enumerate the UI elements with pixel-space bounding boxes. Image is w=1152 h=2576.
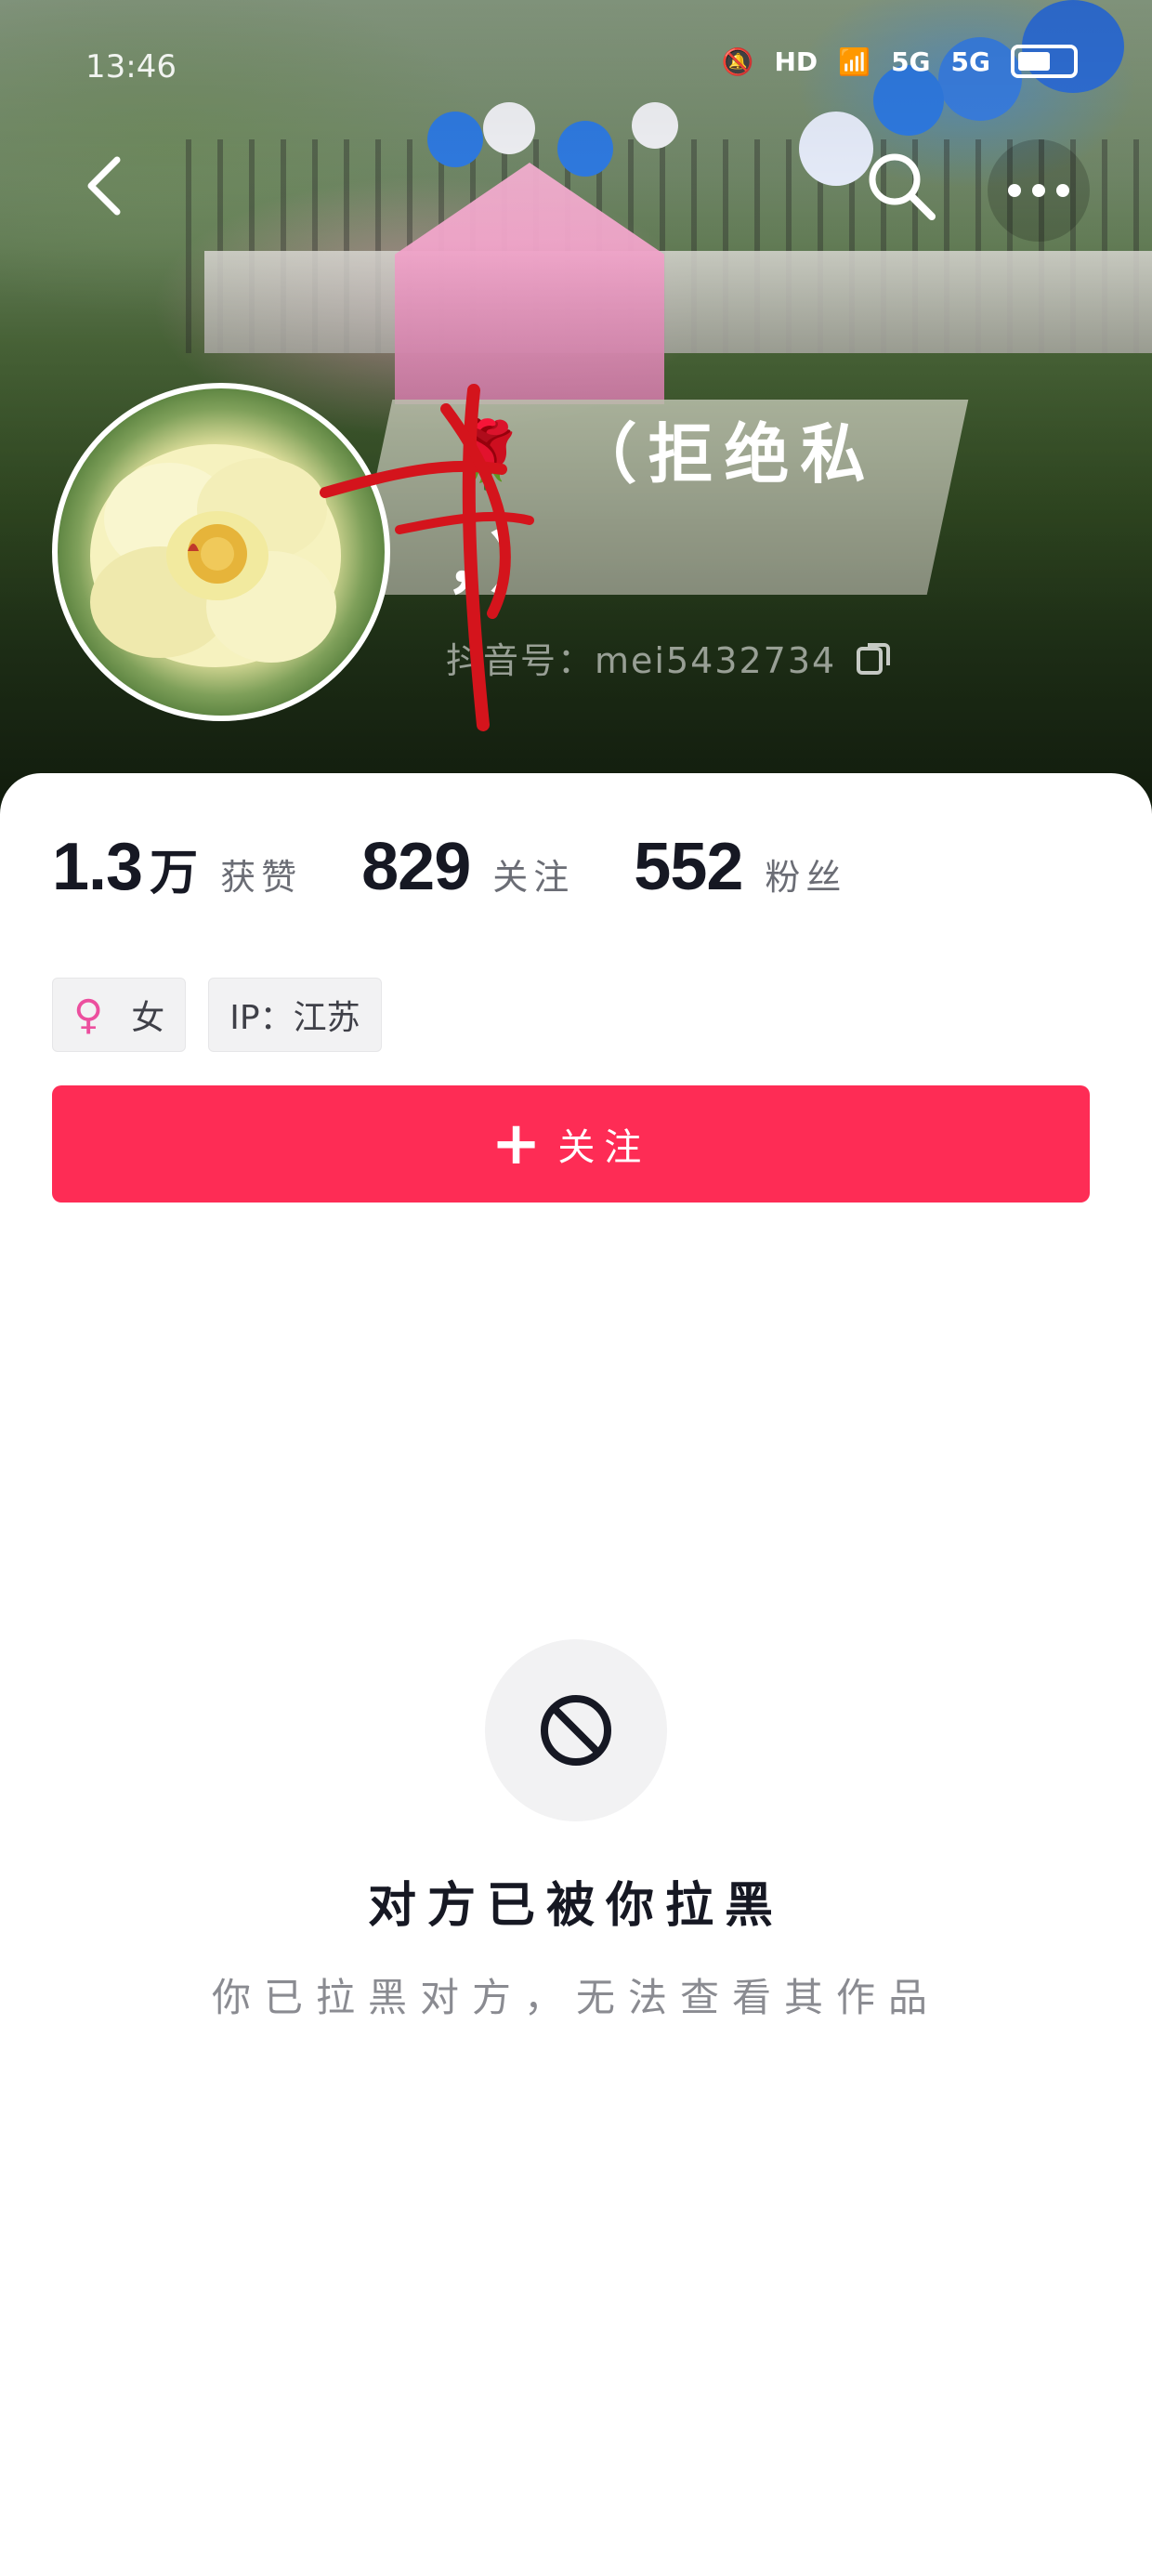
hd-label: HD bbox=[774, 46, 818, 77]
stats-row: 1.3 万 获赞 829 关注 552 粉丝 bbox=[52, 829, 906, 905]
female-icon: ♀ bbox=[73, 991, 104, 1039]
more-button[interactable] bbox=[988, 139, 1090, 242]
nickname-line-2: ，） bbox=[446, 525, 566, 602]
nickname-line-1: 🌹 （拒绝私 bbox=[446, 415, 877, 493]
mute-icon: 🔕 bbox=[721, 46, 754, 77]
profile-tags: ♀ 女 IP：江苏 bbox=[52, 978, 382, 1052]
followers-count: 552 bbox=[634, 830, 743, 904]
avatar-flower-image bbox=[90, 444, 341, 667]
blocked-subtitle: 你已拉黑对方，无法查看其作品 bbox=[211, 1975, 940, 2020]
signal-label-1: 5G bbox=[891, 46, 931, 77]
ip-tag: IP：江苏 bbox=[208, 978, 382, 1052]
back-button[interactable] bbox=[71, 149, 145, 223]
nickname: 🌹 （拒绝私 ，） bbox=[446, 400, 1041, 619]
wifi-icon: 📶 bbox=[838, 46, 871, 77]
search-button[interactable] bbox=[859, 144, 943, 228]
more-dots-icon bbox=[1008, 184, 1069, 197]
douyin-id: 抖音号：mei5432734 bbox=[446, 640, 837, 681]
followers-stat[interactable]: 552 粉丝 bbox=[634, 829, 846, 905]
back-arrow-icon bbox=[87, 156, 121, 216]
status-icons: 🔕 HD 📶 5G 5G bbox=[722, 45, 1078, 78]
battery-level bbox=[1018, 52, 1050, 71]
blocked-icon-container bbox=[485, 1639, 667, 1821]
profile-card: 1.3 万 获赞 829 关注 552 粉丝 ♀ 女 IP：江苏 + 关注 对方… bbox=[0, 773, 1152, 2576]
status-time: 13:46 bbox=[85, 48, 177, 85]
follow-button-label: 关注 bbox=[557, 1126, 651, 1169]
status-bar: 13:46 🔕 HD 📶 5G 5G bbox=[0, 0, 1152, 130]
likes-count: 1.3 bbox=[52, 830, 143, 904]
following-count: 829 bbox=[361, 830, 471, 904]
signal-label-2: 5G bbox=[950, 46, 990, 77]
douyin-id-row[interactable]: 抖音号：mei5432734 bbox=[446, 632, 894, 683]
likes-unit: 万 bbox=[150, 846, 199, 901]
block-icon bbox=[541, 1695, 611, 1766]
battery-icon bbox=[1011, 45, 1078, 78]
blocked-title: 对方已被你拉黑 bbox=[367, 1878, 784, 1934]
copy-icon[interactable] bbox=[853, 637, 894, 678]
plus-icon: + bbox=[491, 1110, 542, 1178]
followers-label: 粉丝 bbox=[765, 857, 847, 898]
search-icon bbox=[869, 153, 936, 220]
follow-button[interactable]: + 关注 bbox=[52, 1085, 1090, 1203]
ip-label: IP：江苏 bbox=[229, 999, 360, 1037]
gender-tag: ♀ 女 bbox=[52, 978, 187, 1052]
likes-label: 获赞 bbox=[220, 857, 303, 898]
gender-label: 女 bbox=[131, 999, 165, 1037]
following-stat[interactable]: 829 关注 bbox=[361, 829, 574, 905]
following-label: 关注 bbox=[492, 857, 575, 898]
likes-stat[interactable]: 1.3 万 获赞 bbox=[52, 829, 302, 905]
avatar[interactable] bbox=[52, 383, 390, 721]
